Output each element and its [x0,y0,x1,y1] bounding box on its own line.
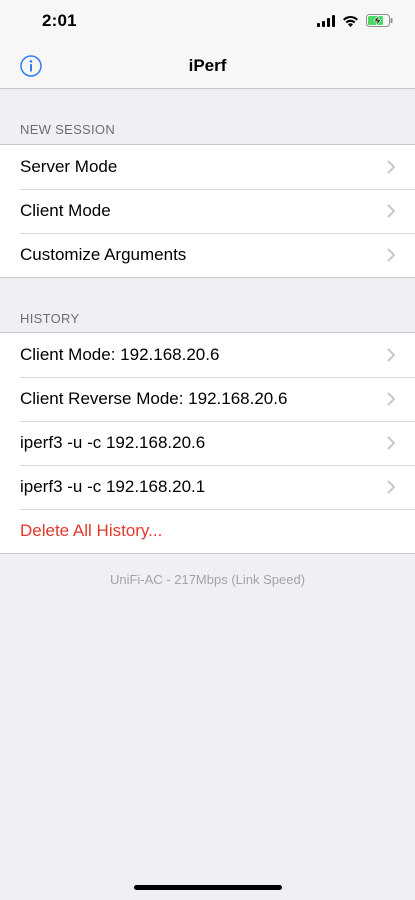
chevron-right-icon [387,436,395,450]
home-indicator[interactable] [134,885,282,890]
wifi-icon [343,15,358,27]
chevron-right-icon [387,480,395,494]
status-time: 2:01 [42,11,77,30]
delete-all-history-label: Delete All History... [20,521,163,540]
signal-icon [317,14,335,27]
history-group: Client Mode: 192.168.20.6 Client Reverse… [0,332,415,554]
battery-charging-icon [366,14,393,27]
chevron-right-icon [387,204,395,218]
row-label: Server Mode [20,157,118,176]
row-label: Client Reverse Mode: 192.168.20.6 [20,389,288,408]
section-header-history: HISTORY [20,311,80,326]
section-header-new-session: NEW SESSION [20,122,116,137]
history-item[interactable]: Client Mode: 192.168.20.6 [0,333,415,377]
delete-all-history-button[interactable]: Delete All History... [0,509,415,553]
nav-bar: iPerf [0,44,415,89]
row-label: iperf3 -u -c 192.168.20.1 [20,477,206,496]
chevron-right-icon [387,392,395,406]
chevron-right-icon [387,248,395,262]
history-item[interactable]: iperf3 -u -c 192.168.20.6 [0,421,415,465]
chevron-right-icon [387,348,395,362]
history-item[interactable]: iperf3 -u -c 192.168.20.1 [0,465,415,509]
chevron-right-icon [387,160,395,174]
row-label: iperf3 -u -c 192.168.20.6 [20,433,206,452]
status-icons [317,14,393,27]
row-label: Client Mode: 192.168.20.6 [20,345,220,364]
row-label: Customize Arguments [20,245,187,264]
new-session-group: Server Mode Client Mode Customize Argume… [0,144,415,278]
client-mode-row[interactable]: Client Mode [0,189,415,233]
page-title: iPerf [188,56,227,75]
status-bar: 2:01 [0,0,415,44]
server-mode-row[interactable]: Server Mode [0,145,415,189]
customize-arguments-row[interactable]: Customize Arguments [0,233,415,277]
link-speed-info: UniFi-AC - 217Mbps (Link Speed) [109,572,306,587]
history-item[interactable]: Client Reverse Mode: 192.168.20.6 [0,377,415,421]
row-label: Client Mode [20,201,111,220]
